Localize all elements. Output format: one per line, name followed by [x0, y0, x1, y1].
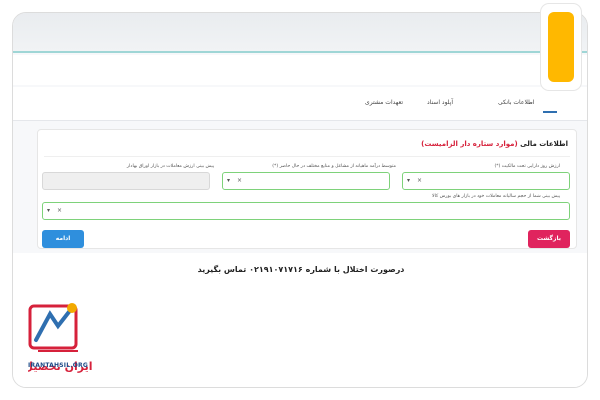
tab-financial-info-active[interactable] — [543, 93, 557, 113]
experience-label: پیش بینی شما از حجم سالیانه معاملات خود … — [432, 194, 560, 199]
clear-icon[interactable]: × — [237, 177, 242, 184]
tab-customer-commitments[interactable]: تعهدات مشتری — [365, 99, 403, 106]
side-tab-accent — [548, 12, 574, 82]
financial-info-card: اطلاعات مالی (موارد ستاره دار الزامیست) … — [37, 129, 577, 249]
logo-url: IRANTAHSIL.ORG — [28, 362, 88, 369]
tabs-row: اطلاعات بانکی آپلود اسناد تعهدات مشتری — [13, 87, 587, 121]
iran-tahsil-logo: ایران تحصیل — [28, 303, 92, 373]
asset-value-select[interactable]: ▾ × — [402, 172, 570, 190]
section-title-text: اطلاعات مالی — [520, 140, 568, 148]
section-title: اطلاعات مالی (موارد ستاره دار الزامیست) — [421, 140, 568, 148]
header-strip — [13, 55, 587, 85]
required-note: (موارد ستاره دار الزامیست) — [421, 140, 518, 148]
forecast-trades-label: پیش بینی ارزش معاملات در بازار اوراق بها… — [126, 164, 214, 169]
avg-income-label: متوسط درآمد ماهیانه از مشاغل و منابع مخت… — [272, 164, 396, 169]
chevron-down-icon: ▾ — [227, 177, 231, 184]
clear-icon[interactable]: × — [417, 177, 422, 184]
tab-upload-docs[interactable]: آپلود اسناد — [427, 99, 453, 106]
forecast-trades-field[interactable] — [42, 172, 210, 190]
asset-value-label: ارزش روز دارایی تحت مالکیت (*) — [494, 164, 560, 169]
avg-income-select[interactable]: ▾ × — [222, 172, 390, 190]
support-contact-text: درصورت اختلال با شماره ۰۲۱۹۱۰۷۱۷۱۶ تماس … — [197, 265, 405, 274]
chevron-down-icon: ▾ — [407, 177, 411, 184]
back-button[interactable]: بازگشت — [528, 230, 570, 248]
clear-icon[interactable]: × — [57, 207, 62, 214]
next-button[interactable]: ادامه — [42, 230, 84, 248]
top-bar — [13, 13, 587, 53]
tab-bank-info[interactable]: اطلاعات بانکی — [498, 99, 534, 106]
side-tab — [541, 4, 581, 90]
browser-frame: اطلاعات بانکی آپلود اسناد تعهدات مشتری ا… — [12, 12, 588, 388]
experience-select[interactable]: ▾ × — [42, 202, 570, 220]
divider — [44, 156, 570, 157]
chevron-down-icon: ▾ — [47, 207, 51, 214]
